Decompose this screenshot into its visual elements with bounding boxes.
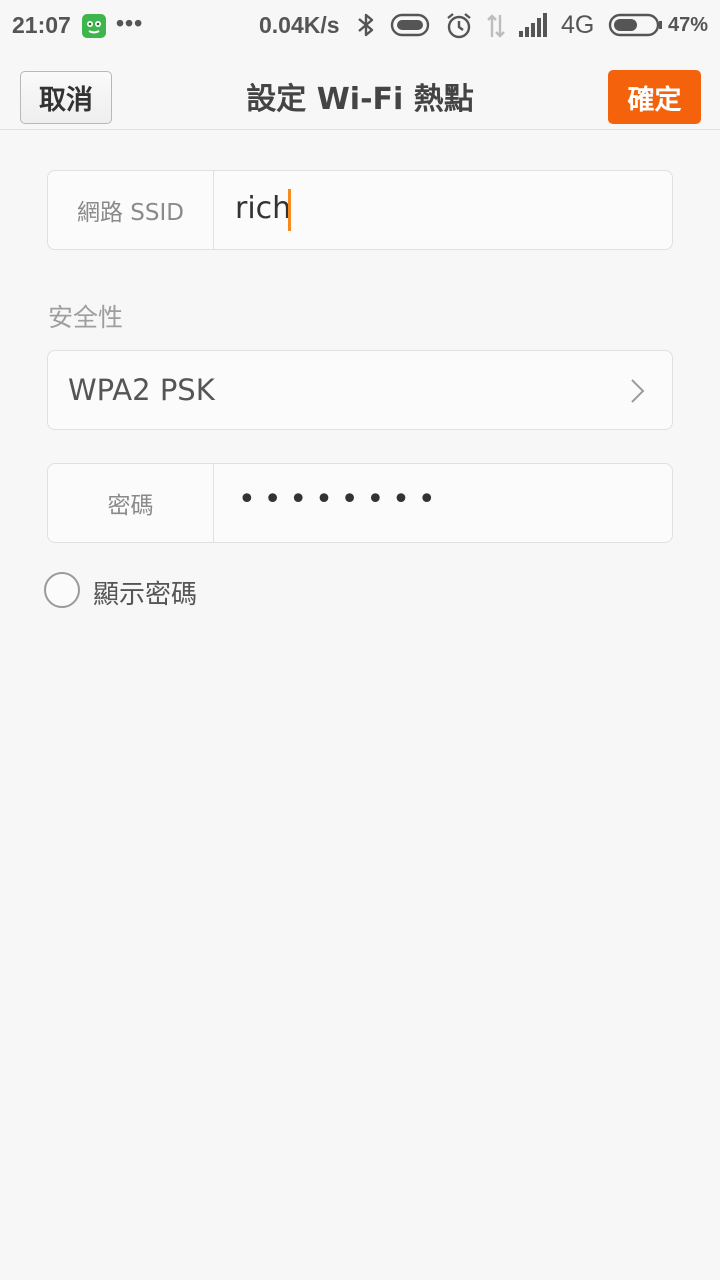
title-bar: 設定 Wi-Fi 熱點 取消 確定 xyxy=(0,52,720,130)
bluetooth-icon xyxy=(354,11,378,45)
battery-icon xyxy=(608,11,664,45)
status-time: 21:07 xyxy=(12,12,71,38)
net-speed: 0.04K/s xyxy=(259,12,340,38)
status-more-dots: ••• xyxy=(116,10,144,36)
network-type: 4G xyxy=(561,11,595,39)
security-selector[interactable]: WPA2 PSK xyxy=(47,350,673,430)
battery-saver-icon xyxy=(390,11,432,45)
ssid-input[interactable]: rich xyxy=(235,191,291,226)
battery-percent: 47% xyxy=(668,14,709,36)
chevron-right-icon xyxy=(628,377,648,409)
signal-icon xyxy=(518,11,550,45)
data-arrows-icon xyxy=(484,11,508,47)
security-section-label: 安全性 xyxy=(48,303,124,332)
show-password-checkbox[interactable]: 顯示密碼 xyxy=(44,572,344,610)
checkbox-circle-icon[interactable] xyxy=(44,572,80,608)
cancel-button[interactable]: 取消 xyxy=(20,71,112,124)
show-password-label: 顯示密碼 xyxy=(93,580,198,610)
password-field[interactable]: 密碼 •••••••• xyxy=(47,463,673,543)
text-cursor xyxy=(288,189,291,231)
status-bar: 21:07 ••• 0.04K/s 4G 47% xyxy=(0,0,720,52)
password-input[interactable]: •••••••• xyxy=(238,482,444,517)
ssid-label: 網路 SSID xyxy=(48,171,214,249)
security-value: WPA2 PSK xyxy=(68,373,215,407)
password-label: 密碼 xyxy=(48,464,214,542)
ssid-field[interactable]: 網路 SSID rich xyxy=(47,170,673,250)
confirm-button[interactable]: 確定 xyxy=(608,70,701,124)
app-notification-icon xyxy=(82,14,106,38)
alarm-icon xyxy=(444,11,474,47)
